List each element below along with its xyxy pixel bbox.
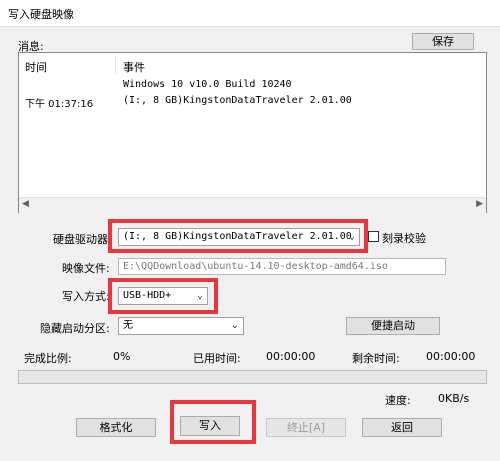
- drive-label: 硬盘驱动器:: [53, 233, 112, 246]
- speed-value: 0KB/s: [438, 392, 470, 405]
- hidden-partition-label: 隐藏启动分区:: [40, 322, 110, 335]
- terminate-button[interactable]: 终止[A]: [266, 418, 346, 437]
- title-bar: 写入硬盘映像: [0, 0, 500, 27]
- scroll-left-icon[interactable]: ◀: [22, 199, 29, 209]
- remaining-label: 剩余时间:: [352, 352, 400, 365]
- remaining-value: 00:00:00: [426, 350, 476, 363]
- verify-label: 刻录校验: [382, 232, 426, 245]
- hidden-partition-value: 无: [123, 320, 133, 331]
- message-list[interactable]: 时间 事件 Windows 10 v10.0 Build 10240 下午 01…: [18, 52, 487, 213]
- save-button[interactable]: 保存: [412, 33, 474, 50]
- complete-label: 完成比例:: [24, 352, 72, 365]
- horizontal-scrollbar[interactable]: ◀ ▶: [19, 197, 486, 213]
- event-cell: (I:, 8 GB)KingstonDataTraveler 2.01.00: [123, 95, 352, 106]
- time-cell: 下午 01:37:16: [25, 99, 94, 110]
- column-header-time: 时间: [25, 61, 47, 74]
- back-button[interactable]: 返回: [362, 418, 442, 437]
- image-file-label: 映像文件:: [62, 262, 110, 275]
- image-file-input[interactable]: E:\QQDownload\ubuntu-14.10-desktop-amd64…: [118, 258, 446, 275]
- column-header-event: 事件: [123, 61, 145, 74]
- highlight-box-write-mode: [108, 278, 218, 314]
- elapsed-value: 00:00:00: [266, 350, 316, 363]
- column-divider: [115, 56, 116, 74]
- progress-bar: [18, 370, 487, 384]
- scroll-right-icon[interactable]: ▶: [476, 199, 483, 209]
- event-cell: Windows 10 v10.0 Build 10240: [123, 79, 292, 90]
- speed-label: 速度:: [385, 394, 411, 407]
- window-title: 写入硬盘映像: [8, 8, 74, 21]
- chevron-down-icon: ⌄: [230, 320, 239, 331]
- quick-boot-button[interactable]: 便捷启动: [346, 317, 440, 335]
- format-button[interactable]: 格式化: [76, 418, 156, 437]
- highlight-box-drive: [108, 219, 368, 253]
- hidden-partition-select[interactable]: 无 ⌄: [118, 317, 244, 335]
- highlight-box-write: [170, 400, 256, 444]
- verify-checkbox[interactable]: [368, 231, 379, 242]
- elapsed-label: 已用时间:: [193, 352, 241, 365]
- complete-value: 0%: [113, 350, 131, 363]
- write-mode-label: 写入方式:: [62, 290, 110, 303]
